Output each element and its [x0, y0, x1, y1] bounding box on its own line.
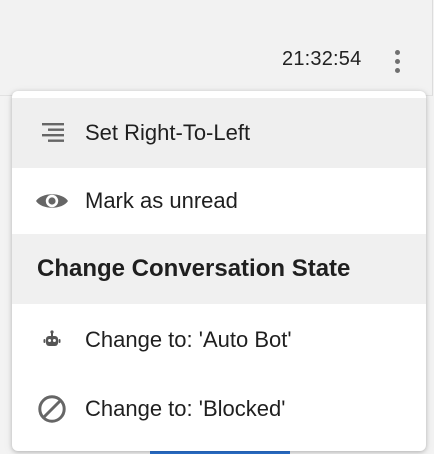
vertical-ellipsis-icon [394, 49, 400, 55]
menu-item-set-rtl[interactable]: Set Right-To-Left [12, 98, 426, 168]
section-title: Change Conversation State [37, 255, 351, 282]
menu-item-change-blocked[interactable]: Change to: 'Blocked' [12, 374, 426, 444]
menu-item-label: Change to: 'Blocked' [85, 396, 286, 421]
more-options-button[interactable] [384, 44, 410, 78]
robot-icon [34, 322, 70, 358]
conversation-header: 21:32:54 [0, 0, 433, 96]
menu-item-change-auto-bot[interactable]: Change to: 'Auto Bot' [12, 305, 426, 375]
menu-item-label: Mark as unread [85, 188, 238, 213]
menu-item-label: Set Right-To-Left [85, 120, 251, 145]
menu-item-mark-unread[interactable]: Mark as unread [12, 166, 426, 236]
menu-item-label: Change to: 'Auto Bot' [85, 327, 292, 352]
align-right-icon [34, 115, 70, 151]
message-timestamp: 21:32:54 [282, 48, 362, 70]
eye-icon [34, 183, 70, 219]
section-header-conversation-state: Change Conversation State [12, 234, 426, 304]
context-menu: Set Right-To-Left Mark as unread Change … [12, 91, 426, 451]
blocked-icon [34, 391, 70, 427]
